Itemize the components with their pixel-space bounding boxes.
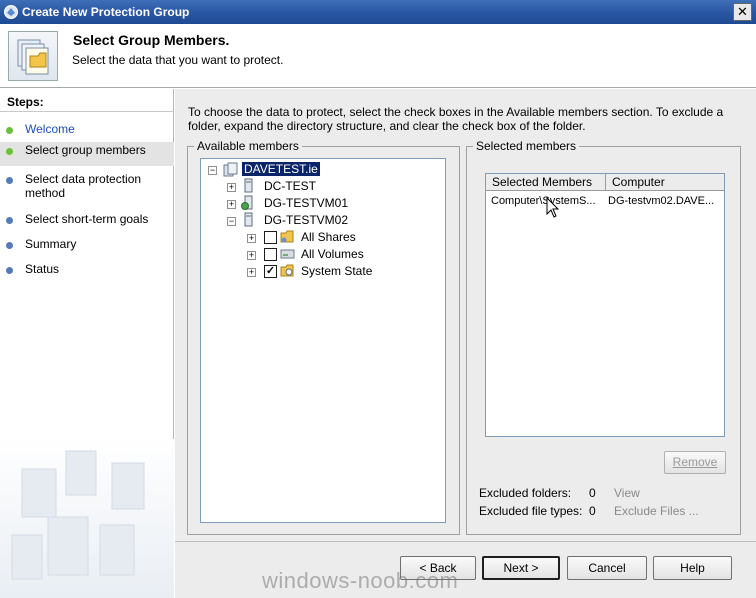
step-pending-icon	[6, 267, 13, 274]
step-label: Status	[25, 262, 60, 276]
remove-button[interactable]: Remove	[664, 451, 726, 474]
domain-icon	[223, 162, 238, 177]
excluded-file-types-label: Excluded file types:	[479, 504, 583, 518]
window-title: Create New Protection Group	[22, 5, 190, 19]
watermark: windows-noob.com	[262, 568, 459, 593]
step-pending-icon	[6, 242, 13, 249]
volumes-icon	[280, 249, 295, 259]
step-select-short-term-goals[interactable]: Select short-term goals	[0, 211, 174, 235]
expand-icon[interactable]: +	[247, 251, 256, 260]
cancel-button-label: Cancel	[588, 561, 626, 575]
close-button[interactable]: ✕	[733, 3, 752, 21]
shares-folder-icon	[280, 230, 294, 243]
computer-cell: DG-testvm02.DAVE...	[608, 195, 715, 207]
cancel-button[interactable]: Cancel	[567, 556, 647, 580]
next-button[interactable]: Next >	[482, 556, 560, 580]
expand-icon[interactable]: +	[227, 200, 236, 209]
expand-icon[interactable]: +	[247, 234, 256, 243]
instructions-text: To choose the data to protect, select th…	[188, 105, 724, 133]
server-icon	[244, 212, 253, 227]
help-button[interactable]: Help	[653, 556, 732, 580]
system-state-icon	[280, 264, 294, 277]
tree-node-server[interactable]: DC-TEST	[264, 178, 316, 194]
step-label: Select data protection method	[25, 172, 142, 200]
tree-node-all-volumes[interactable]: All Volumes	[301, 246, 364, 262]
step-label: Welcome	[25, 122, 75, 136]
expand-icon[interactable]: +	[247, 268, 256, 277]
close-icon: ✕	[737, 4, 748, 19]
column-header-computer[interactable]: Computer	[606, 174, 724, 191]
steps-sidebar: Steps: Welcome Select group members Sele…	[0, 89, 174, 598]
page-title: Select Group Members.	[73, 32, 230, 48]
all-shares-checkbox[interactable]	[264, 231, 277, 244]
available-members-tree[interactable]: − DAVETEST.ie + DC-TEST + DG-TESTVM01 − …	[200, 158, 446, 523]
excluded-file-types-count: 0	[589, 504, 596, 518]
list-row[interactable]: Computer\SystemS... DG-testvm02.DAVE...	[486, 193, 724, 209]
tree-node-server[interactable]: DG-TESTVM01	[264, 195, 348, 211]
tree-node-all-shares[interactable]: All Shares	[301, 229, 356, 245]
step-select-group-members[interactable]: Select group members	[0, 142, 174, 166]
steps-divider	[0, 111, 174, 112]
step-pending-icon	[6, 217, 13, 224]
mouse-cursor-icon	[546, 197, 560, 218]
available-members-title: Available members	[194, 139, 302, 153]
column-header-selected-members[interactable]: Selected Members	[486, 174, 606, 191]
title-bar: Create New Protection Group ✕	[0, 0, 756, 24]
step-select-data-protection-method[interactable]: Select data protection method	[0, 171, 174, 203]
system-state-checkbox[interactable]: ✓	[264, 265, 277, 278]
remove-button-label: Remove	[672, 455, 718, 469]
page-subtitle: Select the data that you want to protect…	[72, 53, 284, 67]
excluded-folders-label: Excluded folders:	[479, 486, 572, 500]
wizard-header: Select Group Members. Select the data th…	[0, 24, 756, 88]
exclude-files-link[interactable]: Exclude Files ...	[614, 504, 699, 518]
step-status[interactable]: Status	[0, 261, 174, 285]
step-current-icon	[6, 148, 13, 155]
collapse-icon[interactable]: −	[227, 217, 236, 226]
step-complete-icon	[6, 127, 13, 134]
view-excluded-folders-link[interactable]: View	[614, 486, 640, 500]
expand-icon[interactable]: +	[227, 183, 236, 192]
collapse-icon[interactable]: −	[208, 166, 217, 175]
protection-group-icon	[8, 31, 58, 81]
next-button-label: Next >	[503, 561, 539, 575]
step-pending-icon	[6, 177, 13, 184]
step-label: Select group members	[25, 143, 146, 157]
help-button-label: Help	[680, 561, 705, 575]
footer-divider	[175, 541, 756, 542]
tree-node-label: DAVETEST.ie	[242, 162, 320, 176]
app-icon	[4, 5, 18, 19]
all-volumes-checkbox[interactable]	[264, 248, 277, 261]
selected-members-list[interactable]: Selected Members Computer Computer\Syste…	[485, 173, 725, 437]
step-summary[interactable]: Summary	[0, 236, 174, 260]
selected-members-title: Selected members	[473, 139, 580, 153]
steps-title: Steps:	[7, 95, 44, 109]
step-label: Select short-term goals	[25, 212, 149, 226]
list-header: Selected Members Computer	[486, 174, 724, 191]
server-icon	[244, 178, 253, 193]
server-protected-icon	[241, 195, 253, 210]
tree-node-server[interactable]: DG-TESTVM02	[264, 212, 348, 228]
step-label: Summary	[25, 237, 77, 251]
excluded-folders-count: 0	[589, 486, 596, 500]
tree-node-system-state[interactable]: System State	[301, 263, 372, 279]
tree-node-root[interactable]: DAVETEST.ie	[242, 161, 320, 177]
servers-illustration	[0, 439, 174, 598]
